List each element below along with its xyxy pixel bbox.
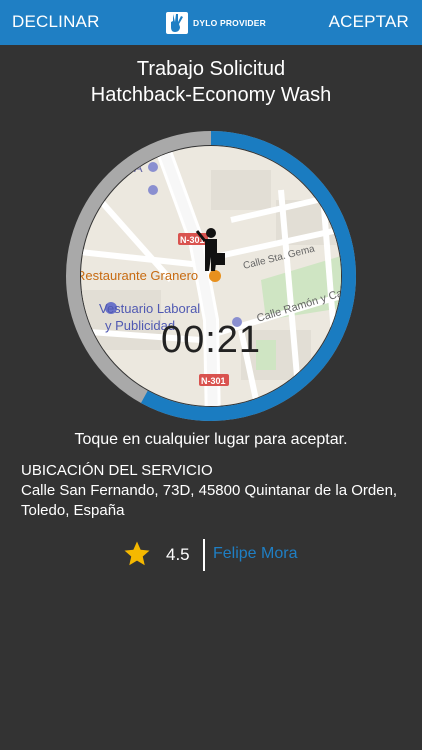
page-title: Trabajo Solicitud xyxy=(136,58,286,80)
store-label-1: Vestuario Laboral xyxy=(99,301,200,316)
provider-rating-row: 4.5 Felipe Mora xyxy=(0,536,422,572)
shop-pin-icon-2 xyxy=(148,185,158,195)
shop-pin-icon xyxy=(148,162,158,172)
service-type: Hatchback-Economy Wash xyxy=(90,84,332,106)
rating-value: 4.5 xyxy=(166,545,190,564)
app-logo: DYLO PROVIDER xyxy=(166,11,266,35)
restaurant-label: Restaurante Granero xyxy=(76,268,198,283)
star-icon xyxy=(122,539,152,574)
rating-divider xyxy=(203,539,205,571)
location-address: Calle San Fernando, 73D, 45800 Quintanar… xyxy=(21,482,398,519)
provider-name-link[interactable]: Felipe Mora xyxy=(213,545,297,563)
accept-button[interactable]: ACEPTAR xyxy=(329,12,409,32)
restaurant-pin-icon xyxy=(209,270,221,282)
top-bar: DECLINAR DYLO PROVIDER ACEPTAR xyxy=(0,0,422,45)
accept-hint: Toque en cualquier lugar para aceptar. xyxy=(74,431,348,448)
location-label: UBICACIÓN DEL SERVICIO xyxy=(21,462,213,479)
decline-button[interactable]: DECLINAR xyxy=(12,12,100,32)
countdown-timer: 00:21 xyxy=(160,319,262,361)
logo-text: DYLO PROVIDER xyxy=(193,18,266,28)
job-map[interactable]: N-301 N-301 T S A Restaurante Granero Ve… xyxy=(61,130,361,423)
svg-text:N-301: N-301 xyxy=(201,376,226,386)
peace-hand-icon xyxy=(166,12,188,34)
map-tiles: N-301 N-301 T S A Restaurante Granero Ve… xyxy=(76,146,341,406)
